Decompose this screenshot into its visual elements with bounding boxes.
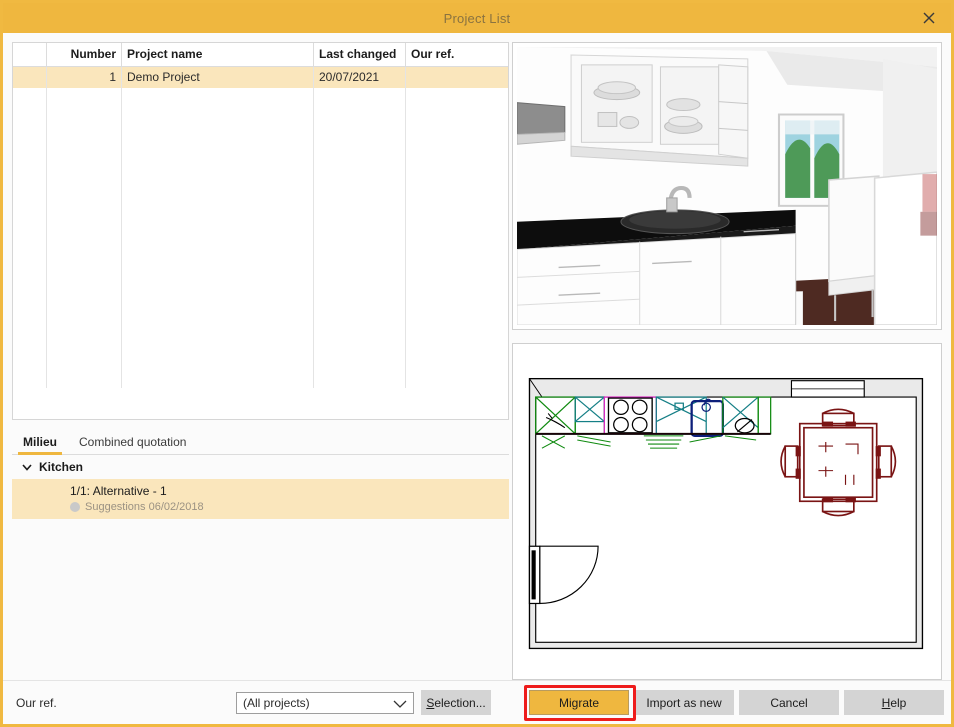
page-title: Project List [443, 10, 511, 26]
cell-handle [13, 66, 47, 88]
project-list-dialog: Project List Number Project name Last ch… [0, 0, 954, 727]
cancel-button[interactable]: Cancel [739, 690, 839, 715]
help-button-label: elp [890, 695, 907, 710]
project-table[interactable]: Number Project name Last changed Our ref… [12, 42, 509, 420]
selection-button-label: election... [434, 695, 486, 710]
column-header-project-name[interactable]: Project name [121, 43, 314, 67]
footer-button-group: Migrate Import as new Cancel Help [529, 690, 944, 715]
cell-last-changed: 20/07/2021 [313, 66, 406, 88]
floor-plan-drawing[interactable] [512, 343, 942, 680]
dialog-body: Number Project name Last changed Our ref… [3, 33, 951, 680]
title-bar: Project List [3, 3, 951, 33]
tab-milieu[interactable]: Milieu [12, 432, 68, 455]
status-dot-icon [70, 502, 80, 512]
tree-item-subtitle: Suggestions 06/02/2018 [85, 501, 204, 513]
table-row[interactable]: 1 Demo Project 20/07/2021 [13, 66, 508, 88]
close-icon[interactable] [907, 3, 951, 33]
import-as-new-button[interactable]: Import as new [634, 690, 734, 715]
table-empty-area [13, 88, 508, 388]
help-button[interactable]: Help [844, 690, 944, 715]
column-header-handle[interactable] [13, 43, 47, 67]
dialog-footer: Our ref. (All projects) Selection... Mig… [3, 680, 951, 724]
column-header-number[interactable]: Number [46, 43, 122, 67]
chevron-down-icon[interactable] [21, 461, 33, 473]
cell-our-ref [405, 66, 508, 88]
tree-group-kitchen[interactable]: Kitchen [12, 455, 509, 479]
tree-item-subtitle-row: Suggestions 06/02/2018 [70, 500, 503, 514]
help-button-accel: H [881, 695, 891, 710]
migrate-button[interactable]: Migrate [529, 690, 629, 715]
cell-project-name: Demo Project [121, 66, 314, 88]
tab-bar: Milieu Combined quotation [12, 429, 509, 455]
tree-item-title: 1/1: Alternative - 1 [70, 484, 167, 498]
our-ref-label: Our ref. [16, 695, 57, 710]
project-filter-value[interactable]: (All projects) [236, 691, 414, 714]
project-filter-select[interactable]: (All projects) [236, 691, 414, 714]
table-header-row: Number Project name Last changed Our ref… [13, 43, 508, 67]
tab-combined-quotation[interactable]: Combined quotation [68, 432, 197, 454]
cell-number: 1 [46, 66, 122, 88]
3d-kitchen-render[interactable] [512, 42, 942, 330]
column-header-our-ref[interactable]: Our ref. [405, 43, 508, 67]
tree-group-label: Kitchen [39, 460, 84, 474]
right-pane [509, 33, 951, 680]
selection-button-accel: S [426, 695, 435, 710]
left-pane: Number Project name Last changed Our ref… [3, 33, 509, 680]
selection-button[interactable]: Selection... [421, 690, 491, 715]
column-header-last-changed[interactable]: Last changed [313, 43, 406, 67]
list-item[interactable]: 1/1: Alternative - 1 Suggestions 06/02/2… [12, 479, 509, 519]
alternatives-tree: Kitchen 1/1: Alternative - 1 Suggestions… [12, 455, 509, 680]
